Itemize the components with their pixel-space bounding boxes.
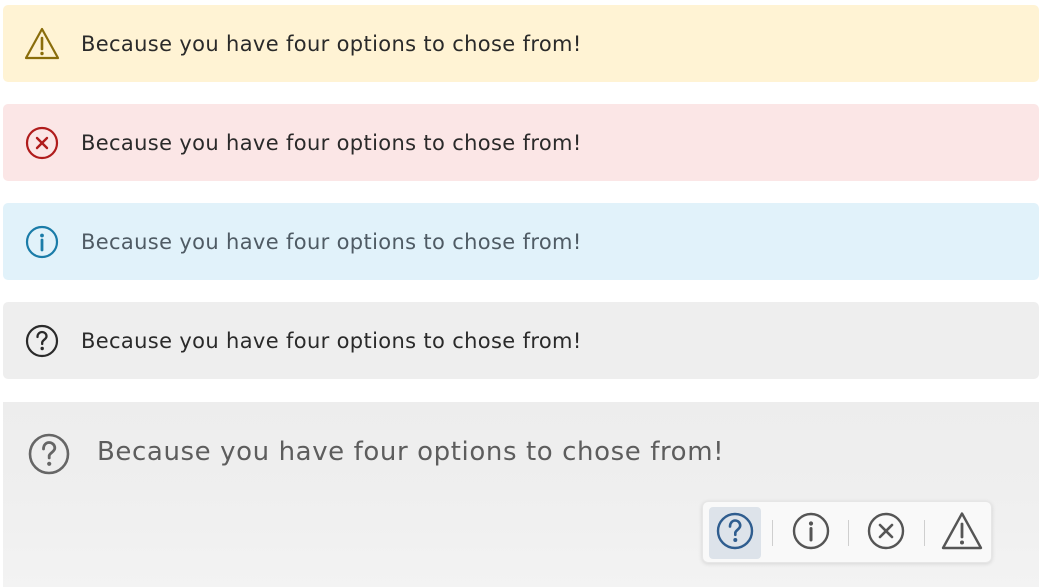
- error-icon-option[interactable]: [860, 507, 912, 559]
- picker-separator: [924, 520, 925, 546]
- alert-message: Because you have four options to chose f…: [81, 328, 582, 353]
- icon-picker: [702, 501, 992, 563]
- error-icon: [24, 125, 60, 161]
- alert-warning: Because you have four options to chose f…: [3, 5, 1039, 82]
- question-icon: [715, 511, 755, 555]
- alert-message: Because you have four options to chose f…: [81, 130, 582, 155]
- info-icon: [791, 511, 831, 555]
- alert-message: Because you have four options to chose f…: [81, 229, 582, 254]
- info-icon-option[interactable]: [785, 507, 837, 559]
- alert-error: Because you have four options to chose f…: [3, 104, 1039, 181]
- question-icon: [27, 432, 71, 476]
- warning-icon: [941, 511, 983, 555]
- alerts-page: Because you have four options to chose f…: [0, 0, 1042, 587]
- error-icon: [866, 511, 906, 555]
- preview-message: Because you have four options to chose f…: [97, 437, 725, 467]
- warning-icon-option[interactable]: [936, 507, 988, 559]
- question-icon-option[interactable]: [709, 507, 761, 559]
- warning-icon: [24, 26, 60, 62]
- alert-message: Because you have four options to chose f…: [81, 31, 582, 56]
- alert-info: Because you have four options to chose f…: [3, 203, 1039, 280]
- question-icon: [24, 323, 60, 359]
- picker-separator: [772, 520, 773, 546]
- info-icon: [24, 224, 60, 260]
- picker-separator: [848, 520, 849, 546]
- alert-help: Because you have four options to chose f…: [3, 302, 1039, 379]
- alert-preview: Because you have four options to chose f…: [3, 402, 1039, 587]
